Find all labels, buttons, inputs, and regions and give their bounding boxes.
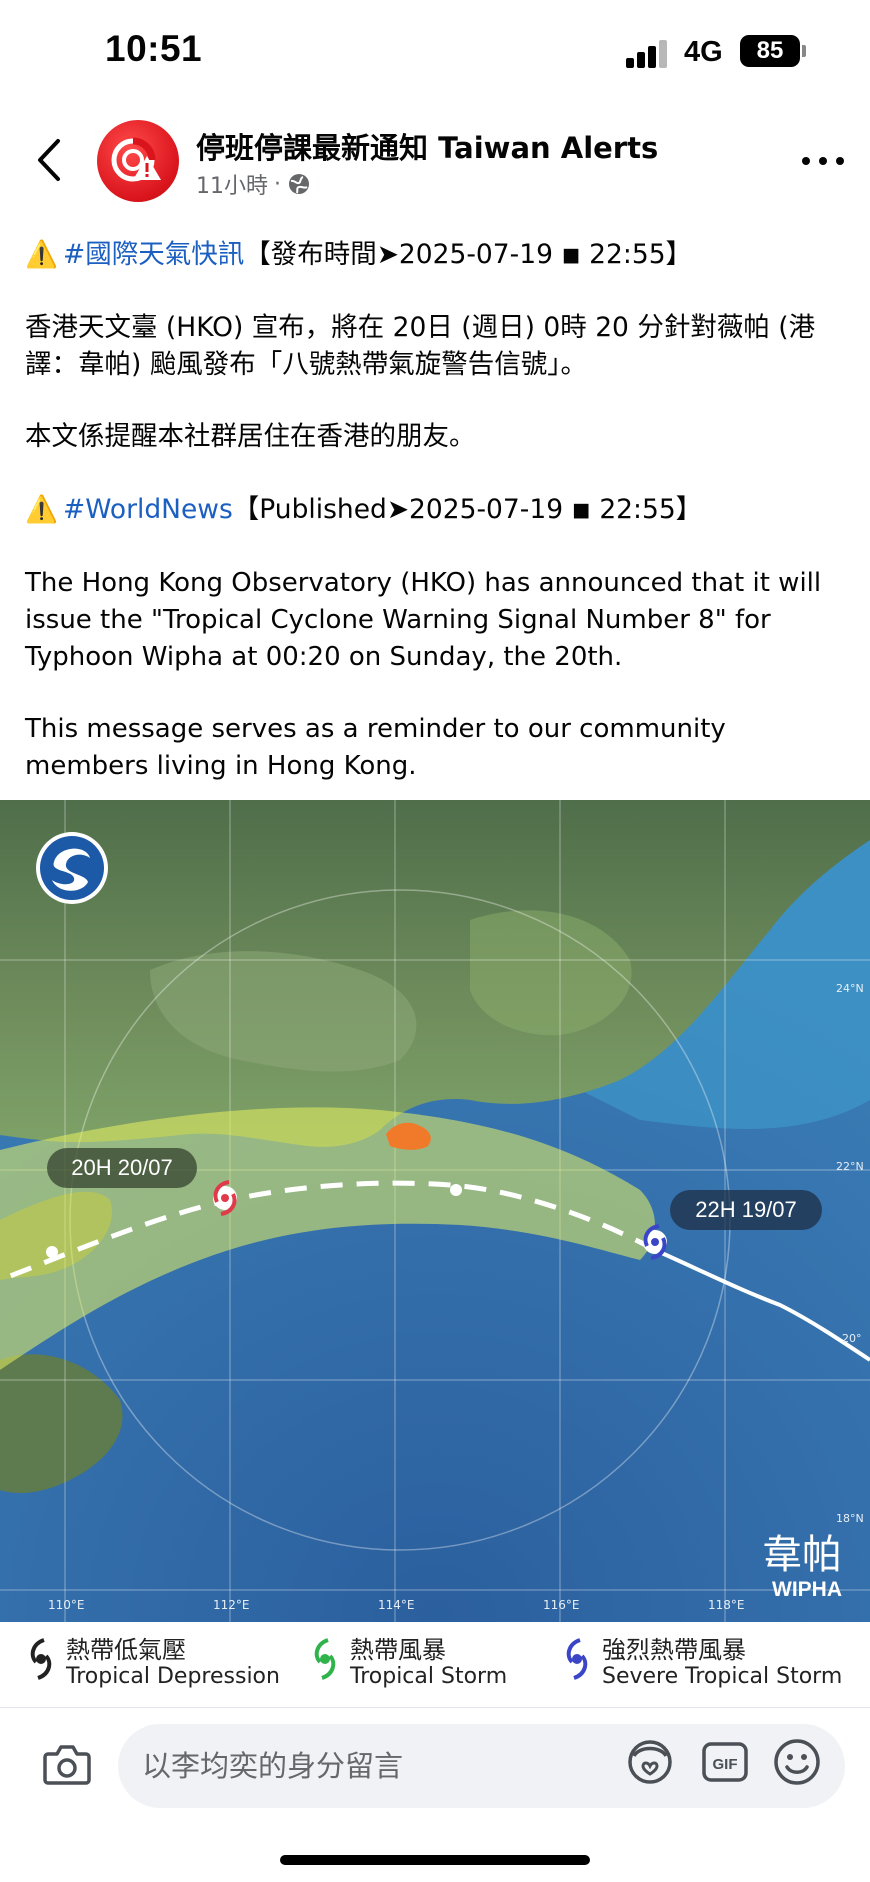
warning-icon: ⚠️ (25, 239, 58, 270)
legend-label-en: Tropical Depression (66, 1664, 280, 1689)
zh-publish-time: 【發布時間➤2025-07-19 ◾ 22:55】 (244, 239, 693, 270)
en-publish-time: 【Published➤2025-07-19 ◾ 22:55】 (232, 494, 703, 525)
page-name[interactable]: 停班停課最新通知 Taiwan Alerts (196, 125, 658, 167)
lon-label: 118°E (708, 1598, 745, 1612)
legend-item: 強烈熱帶風暴 Severe Tropical Storm (562, 1636, 842, 1690)
storm-name-zh: 韋帕 (762, 1532, 842, 1578)
home-indicator (280, 1855, 590, 1865)
gif-button[interactable]: GIF (700, 1736, 750, 1788)
more-dot (802, 157, 810, 165)
hko-logo-icon (36, 832, 108, 904)
page-avatar[interactable] (97, 120, 179, 202)
chevron-left-icon (38, 139, 60, 181)
lon-label: 112°E (213, 1598, 250, 1612)
tropical-depression-icon (30, 1638, 52, 1680)
lat-label: 24°N (836, 982, 864, 995)
more-options-button[interactable] (798, 145, 848, 175)
lon-label: 114°E (378, 1598, 415, 1612)
severe-tropical-storm-icon (566, 1638, 588, 1680)
back-button[interactable] (30, 135, 70, 185)
lon-label: 110°E (48, 1598, 85, 1612)
alert-logo-icon (111, 137, 161, 182)
typhoon-track-map[interactable]: 20H 20/07 22H 19/07 韋帕 WIPHA 110°E 112°E… (0, 800, 870, 1622)
emoji-button[interactable] (772, 1736, 822, 1788)
more-dot (819, 157, 827, 165)
camera-button[interactable] (42, 1742, 92, 1786)
en-headline: ⚠️ #WorldNews【Published➤2025-07-19 ◾ 22:5… (25, 491, 855, 528)
lat-label: 18°N (836, 1512, 864, 1525)
legend-label-en: Tropical Storm (350, 1664, 508, 1689)
legend-item: 熱帶低氣壓 Tropical Depression (26, 1636, 280, 1690)
current-time-label: 22H 19/07 (695, 1197, 797, 1222)
legend-item: 熱帶風暴 Tropical Storm (310, 1636, 507, 1690)
avatar-sticker-button[interactable] (625, 1736, 675, 1788)
status-time: 10:51 (105, 28, 203, 69)
zh-hashtag-link[interactable]: #國際天氣快訊 (63, 239, 244, 270)
meta-separator: · (274, 171, 281, 197)
network-type: 4G (684, 36, 723, 68)
globe-icon (289, 174, 309, 194)
en-paragraph-1: The Hong Kong Observatory (HKO) has anno… (25, 568, 830, 672)
gif-icon: GIF (702, 1742, 748, 1782)
signal-icon (626, 38, 670, 68)
zh-paragraph-1: 香港天文臺 (HKO) 宣布，將在 20日 (週日) 0時 20 分針對薇帕 (… (25, 312, 816, 380)
tropical-storm-icon (314, 1638, 336, 1680)
map-legend: 熱帶低氣壓 Tropical Depression 熱帶風暴 Tropical … (0, 1622, 870, 1708)
legend-label-zh: 熱帶低氣壓 (66, 1636, 186, 1664)
lon-label: 116°E (543, 1598, 580, 1612)
en-paragraph-2: This message serves as a reminder to our… (25, 714, 735, 781)
battery-icon: 85 (740, 35, 800, 67)
forecast-time-label: 20H 20/07 (71, 1155, 173, 1180)
warning-icon: ⚠️ (25, 494, 58, 525)
legend-label-en: Severe Tropical Storm (602, 1664, 843, 1689)
storm-name-en: WIPHA (772, 1578, 842, 1601)
zh-headline: ⚠️ #國際天氣快訊【發布時間➤2025-07-19 ◾ 22:55】 (25, 236, 855, 273)
comment-composer: 以李均奕的身分留言 GIF (0, 1708, 870, 1882)
more-dot (836, 157, 844, 165)
battery-tip (802, 45, 806, 57)
camera-icon (43, 1745, 91, 1785)
zh-paragraph-2: 本文係提醒本社群居住在香港的朋友。 (25, 421, 476, 452)
legend-label-zh: 強烈熱帶風暴 (602, 1636, 746, 1664)
status-bar: 10:51 4G 85 (0, 0, 870, 100)
svg-text:GIF: GIF (713, 1756, 738, 1773)
smiley-icon (774, 1739, 820, 1785)
avatar-sticker-icon (628, 1740, 672, 1784)
post-time[interactable]: 11小時 (196, 168, 268, 200)
lat-label: 20° (842, 1332, 862, 1345)
lat-label: 22°N (836, 1160, 864, 1173)
post-meta: 11小時 · (196, 168, 311, 200)
en-hashtag-link[interactable]: #WorldNews (63, 494, 233, 525)
legend-label-zh: 熱帶風暴 (350, 1636, 446, 1664)
